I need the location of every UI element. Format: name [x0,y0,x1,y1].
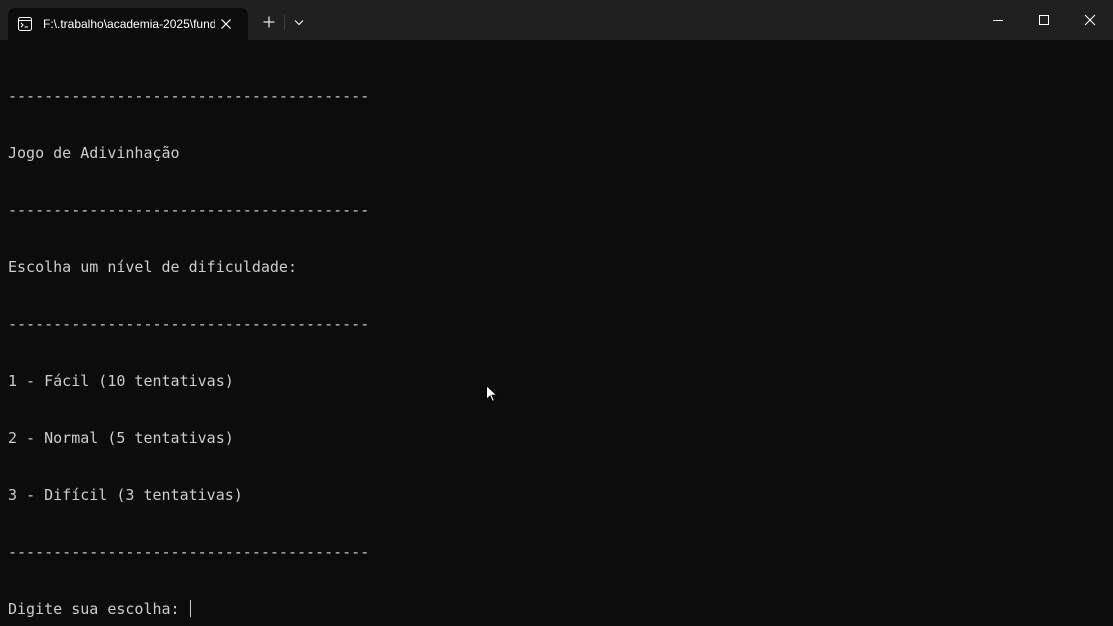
maximize-button[interactable] [1021,0,1067,40]
close-icon [1084,14,1096,26]
text-cursor [189,600,191,617]
minimize-button[interactable] [975,0,1021,40]
terminal-window: F:\.trabalho\academia-2025\fundamentos [0,0,1113,626]
separator-line: ---------------------------------------- [8,543,370,561]
separator-line: ---------------------------------------- [8,87,370,105]
option-normal: 2 - Normal (5 tentativas) [8,429,234,447]
prompt-line: Digite sua escolha: [8,600,369,619]
maximize-icon [1039,15,1049,25]
minimize-icon [993,20,1003,21]
plus-icon[interactable] [257,10,281,34]
terminal-output[interactable]: ----------------------------------------… [0,40,1113,626]
mouse-pointer-icon [486,385,498,403]
separator-line: ---------------------------------------- [8,315,370,333]
game-title: Jogo de Adivinhação [8,144,180,162]
terminal-text: ----------------------------------------… [8,49,369,626]
option-hard: 3 - Difícil (3 tentativas) [8,486,243,504]
tab-title: F:\.trabalho\academia-2025\fundamentos [43,17,215,31]
terminal-icon [18,17,32,31]
input-prompt: Digite sua escolha: [8,600,189,618]
title-bar: F:\.trabalho\academia-2025\fundamentos [0,0,1113,40]
tab-terminal[interactable]: F:\.trabalho\academia-2025\fundamentos [8,8,248,40]
tab-close-icon[interactable] [219,17,233,31]
separator-line: ---------------------------------------- [8,201,370,219]
difficulty-heading: Escolha um nível de dificuldade: [8,258,297,276]
close-button[interactable] [1067,0,1113,40]
tabbar-divider [284,14,285,30]
option-easy: 1 - Fácil (10 tentativas) [8,372,234,390]
chevron-down-icon[interactable] [289,12,309,32]
